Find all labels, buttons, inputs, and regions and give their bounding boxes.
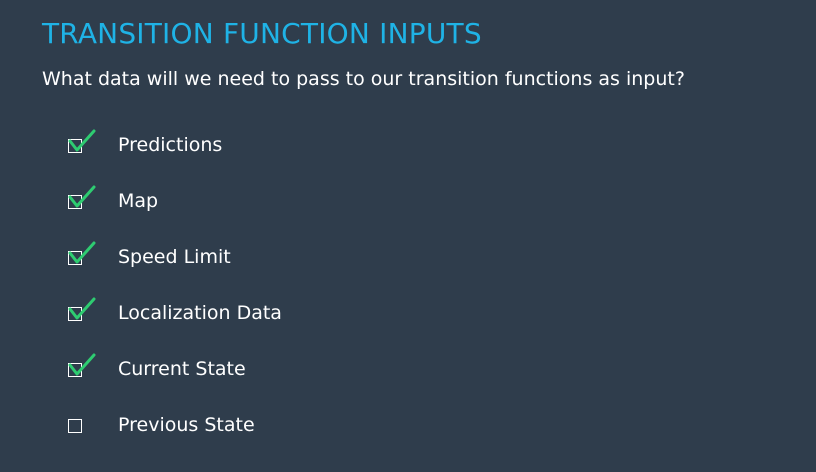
checklist-item-label: Speed Limit [118,246,231,268]
checklist-item-predictions[interactable]: Predictions [66,129,466,161]
checklist-item-localization-data[interactable]: Localization Data [66,297,466,329]
checklist-item-speed-limit[interactable]: Speed Limit [66,241,466,273]
checklist-item-label: Localization Data [118,302,282,324]
checklist-item-label: Map [118,190,159,212]
checkmark-icon [68,185,96,208]
checkmark-icon [68,241,96,264]
slide-title: TRANSITION FUNCTION INPUTS [42,17,482,50]
checkmark-icon [68,297,96,320]
checklist-item-current-state[interactable]: Current State [66,353,466,385]
checklist-item-previous-state[interactable]: Previous State [66,411,466,441]
checkmark-icon [68,353,96,376]
checklist-item-label: Current State [118,358,246,380]
checkbox[interactable] [68,419,82,433]
checklist-item-map[interactable]: Map [66,185,466,217]
checklist-item-label: Predictions [118,134,223,156]
question-text: What data will we need to pass to our tr… [42,68,685,90]
checklist-item-label: Previous State [118,414,255,436]
checkmark-icon [68,129,96,152]
